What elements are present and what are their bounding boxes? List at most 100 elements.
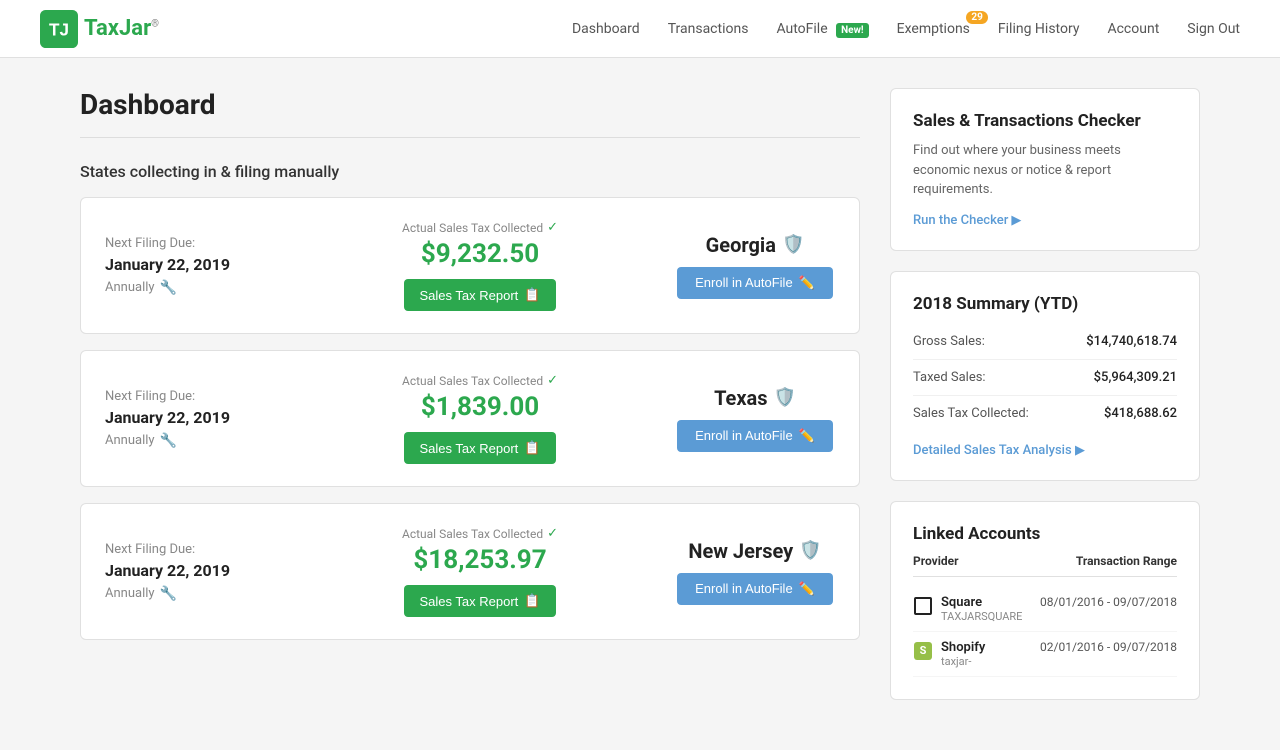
square-name: Square — [941, 595, 1022, 610]
state-name-texas: Texas 🛡️ — [675, 386, 835, 410]
brand-name: TaxJar® — [84, 16, 159, 41]
range-col-header: Transaction Range — [1076, 554, 1177, 568]
collected-label-georgia: Actual Sales Tax Collected ✓ — [390, 220, 570, 235]
report-icon-texas: 📋 — [524, 440, 540, 456]
nav-signout[interactable]: Sign Out — [1187, 21, 1240, 37]
report-icon-new-jersey: 📋 — [524, 593, 540, 609]
enroll-icon-new-jersey: ✏️ — [799, 581, 815, 597]
next-filing-date-georgia: January 22, 2019 — [105, 255, 285, 274]
enroll-icon-texas: ✏️ — [799, 428, 815, 444]
enroll-btn-texas[interactable]: Enroll in AutoFile ✏️ — [677, 420, 833, 452]
checker-description: Find out where your business meets econo… — [913, 141, 1177, 200]
card-right-georgia: Georgia 🛡️ Enroll in AutoFile ✏️ — [675, 233, 835, 299]
summary-row-taxed: Taxed Sales: $5,964,309.21 — [913, 360, 1177, 396]
title-divider — [80, 137, 860, 138]
wrench-icon-new-jersey: 🔧 — [160, 586, 177, 602]
linked-accounts-panel: Linked Accounts Provider Transaction Ran… — [890, 501, 1200, 700]
shopify-name: Shopify — [941, 640, 985, 655]
page-title: Dashboard — [80, 88, 860, 121]
nav-autofile[interactable]: AutoFile New! — [776, 21, 868, 37]
run-checker-link[interactable]: Run the Checker ▶ — [913, 213, 1021, 228]
state-card-texas: Next Filing Due: January 22, 2019 Annual… — [80, 350, 860, 487]
frequency-georgia: Annually 🔧 — [105, 280, 285, 296]
detailed-analysis-link[interactable]: Detailed Sales Tax Analysis ▶ — [913, 443, 1177, 458]
sales-tax-collected-label: Sales Tax Collected: — [913, 406, 1029, 421]
square-icon — [913, 596, 933, 616]
check-icon-georgia: ✓ — [547, 220, 558, 235]
taxed-sales-value: $5,964,309.21 — [1094, 370, 1177, 385]
state-name-new-jersey: New Jersey 🛡️ — [675, 539, 835, 563]
shield-icon-texas: 🛡️ — [774, 387, 796, 408]
linked-accounts-title: Linked Accounts — [913, 524, 1177, 544]
nav-links: Dashboard Transactions AutoFile New! Exe… — [572, 21, 1240, 37]
account-details-square: Square TAXJARSQUARE — [941, 595, 1022, 623]
card-left-texas: Next Filing Due: January 22, 2019 Annual… — [105, 389, 285, 449]
gross-sales-value: $14,740,618.74 — [1086, 334, 1177, 349]
check-icon-new-jersey: ✓ — [547, 526, 558, 541]
svg-text:TJ: TJ — [49, 20, 69, 39]
wrench-icon-georgia: 🔧 — [160, 280, 177, 296]
report-icon-georgia: 📋 — [524, 287, 540, 303]
collected-label-texas: Actual Sales Tax Collected ✓ — [390, 373, 570, 388]
next-filing-date-texas: January 22, 2019 — [105, 408, 285, 427]
gross-sales-label: Gross Sales: — [913, 334, 985, 349]
collected-label-new-jersey: Actual Sales Tax Collected ✓ — [390, 526, 570, 541]
sales-tax-report-btn-new-jersey[interactable]: Sales Tax Report 📋 — [404, 585, 557, 617]
state-card-georgia: Next Filing Due: January 22, 2019 Annual… — [80, 197, 860, 334]
card-left-new-jersey: Next Filing Due: January 22, 2019 Annual… — [105, 542, 285, 602]
summary-row-collected: Sales Tax Collected: $418,688.62 — [913, 396, 1177, 431]
account-info-square: Square TAXJARSQUARE — [913, 595, 1022, 623]
next-filing-label-texas: Next Filing Due: — [105, 389, 285, 404]
brand-logo: TJ — [40, 10, 78, 48]
provider-col-header: Provider — [913, 554, 1076, 568]
collected-amount-georgia: $9,232.50 — [390, 239, 570, 269]
sales-tax-report-btn-texas[interactable]: Sales Tax Report 📋 — [404, 432, 557, 464]
card-left-georgia: Next Filing Due: January 22, 2019 Annual… — [105, 236, 285, 296]
collected-amount-texas: $1,839.00 — [390, 392, 570, 422]
account-row-square: Square TAXJARSQUARE 08/01/2016 - 09/07/2… — [913, 587, 1177, 632]
check-icon-texas: ✓ — [547, 373, 558, 388]
state-card-new-jersey: Next Filing Due: January 22, 2019 Annual… — [80, 503, 860, 640]
sales-tax-report-btn-georgia[interactable]: Sales Tax Report 📋 — [404, 279, 557, 311]
collected-amount-new-jersey: $18,253.97 — [390, 545, 570, 575]
main-wrap: Dashboard States collecting in & filing … — [40, 58, 1240, 750]
enroll-btn-new-jersey[interactable]: Enroll in AutoFile ✏️ — [677, 573, 833, 605]
account-info-shopify: S Shopify taxjar- — [913, 640, 985, 668]
taxed-sales-label: Taxed Sales: — [913, 370, 986, 385]
nav-account[interactable]: Account — [1107, 21, 1159, 37]
shield-icon-new-jersey: 🛡️ — [799, 540, 821, 561]
square-range: 08/01/2016 - 09/07/2018 — [1040, 595, 1177, 609]
navbar: TJ TaxJar® Dashboard Transactions AutoFi… — [0, 0, 1280, 58]
enroll-btn-georgia[interactable]: Enroll in AutoFile ✏️ — [677, 267, 833, 299]
shopify-sub: taxjar- — [941, 655, 985, 668]
shield-icon-georgia: 🛡️ — [782, 234, 804, 255]
nav-transactions[interactable]: Transactions — [668, 21, 749, 37]
nav-exemptions[interactable]: Exemptions — [897, 21, 970, 37]
card-middle-new-jersey: Actual Sales Tax Collected ✓ $18,253.97 … — [390, 526, 570, 617]
card-middle-texas: Actual Sales Tax Collected ✓ $1,839.00 S… — [390, 373, 570, 464]
right-col: Sales & Transactions Checker Find out wh… — [890, 88, 1200, 720]
card-right-new-jersey: New Jersey 🛡️ Enroll in AutoFile ✏️ — [675, 539, 835, 605]
sales-tax-collected-value: $418,688.62 — [1104, 406, 1177, 421]
arrow-right-icon: ▶ — [1011, 213, 1021, 228]
nav-exemptions-wrap: Exemptions 29 — [897, 21, 970, 37]
shopify-range: 02/01/2016 - 09/07/2018 — [1040, 640, 1177, 654]
brand: TJ TaxJar® — [40, 10, 159, 48]
left-col: Dashboard States collecting in & filing … — [80, 88, 860, 720]
account-row-shopify: S Shopify taxjar- 02/01/2016 - 09/07/201… — [913, 632, 1177, 677]
state-name-georgia: Georgia 🛡️ — [675, 233, 835, 257]
next-filing-label-new-jersey: Next Filing Due: — [105, 542, 285, 557]
card-right-texas: Texas 🛡️ Enroll in AutoFile ✏️ — [675, 386, 835, 452]
frequency-new-jersey: Annually 🔧 — [105, 586, 285, 602]
shopify-icon: S — [913, 641, 933, 661]
checker-title: Sales & Transactions Checker — [913, 111, 1177, 131]
frequency-texas: Annually 🔧 — [105, 433, 285, 449]
summary-title: 2018 Summary (YTD) — [913, 294, 1177, 314]
enroll-icon-georgia: ✏️ — [799, 275, 815, 291]
nav-filing-history[interactable]: Filing History — [998, 21, 1080, 37]
section-heading: States collecting in & filing manually — [80, 162, 860, 181]
wrench-icon-texas: 🔧 — [160, 433, 177, 449]
nav-dashboard[interactable]: Dashboard — [572, 21, 640, 37]
square-sub: TAXJARSQUARE — [941, 610, 1022, 623]
card-middle-georgia: Actual Sales Tax Collected ✓ $9,232.50 S… — [390, 220, 570, 311]
